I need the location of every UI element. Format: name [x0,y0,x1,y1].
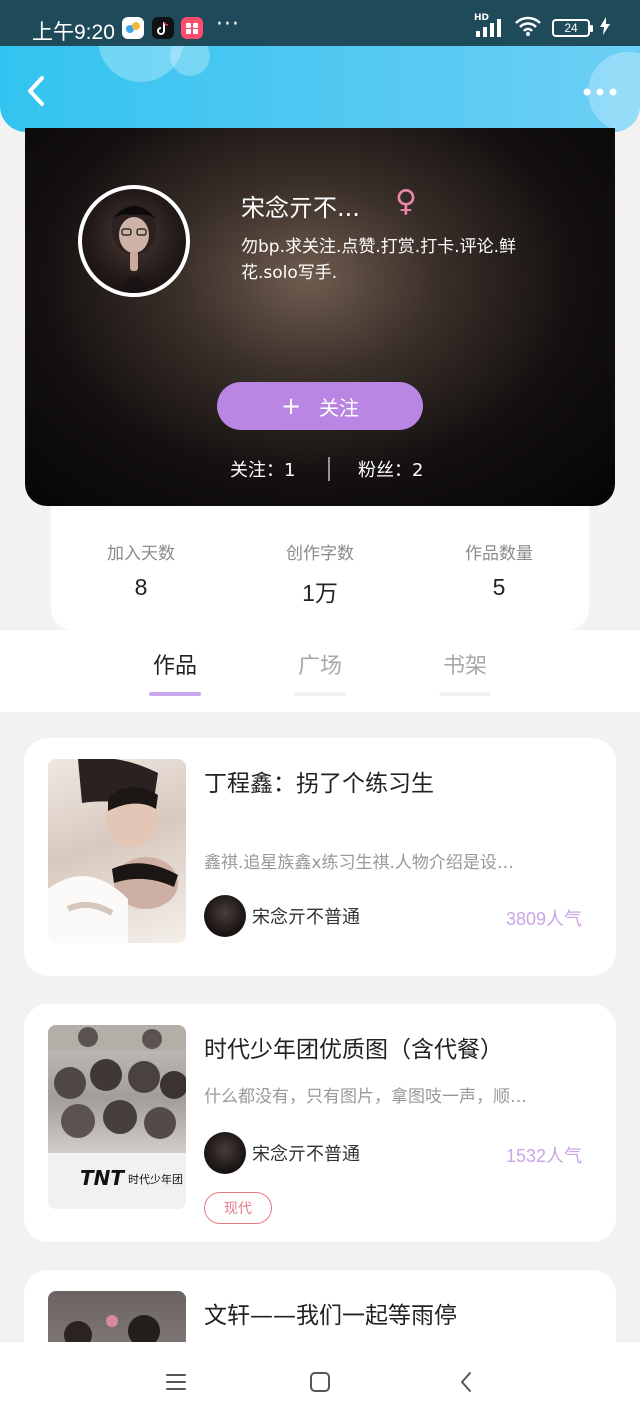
author-name: 宋念亓不普通 [252,907,360,928]
chevron-left-icon [461,1372,471,1392]
follow-stats: 关注：1 粉丝：2 [25,456,615,482]
system-navigation-bar [0,1342,640,1422]
tab-label: 书架 [442,654,487,679]
work-tag[interactable]: 现代 [204,1192,272,1224]
user-bio: 勿bp.求关注.点赞.打赏.打卡.评论.鲜花.solo写手. [241,237,517,283]
header-decoration-bubble [170,46,210,76]
work-popularity: 1532人气 [505,1146,582,1166]
work-card[interactable]: 丁程鑫：拐了个练习生 鑫祺.追星族鑫x练习生祺.人物介绍是设… 宋念亓不普通 3… [24,738,616,976]
stat-label: 作品数量 [465,544,533,564]
work-card[interactable]: TNT 时代少年团 时代少年团优质图（含代餐） 什么都没有，只有图片，拿图吱一声… [24,1004,616,1242]
stat-value: 5 [492,574,506,600]
stat-value: 8 [134,574,148,600]
app-notification-icon-2 [181,17,203,39]
stat-value: 1万 [302,580,338,606]
back-button[interactable] [22,74,52,108]
tab-works[interactable]: 作品 [120,648,230,696]
author-avatar [204,1132,246,1174]
wifi-icon [514,15,542,41]
stat-works-count: 作品数量 5 [409,539,589,601]
author-avatar [204,895,246,937]
more-options-button[interactable] [582,84,618,98]
creator-stats-panel: 加入天数 8 创作字数 1万 作品数量 5 [51,506,589,630]
female-gender-icon: ♀ [395,184,417,219]
tab-indicator [149,692,201,696]
work-cover-image: TNT 时代少年团 [48,1025,186,1209]
work-title: 丁程鑫：拐了个练习生 [204,771,434,797]
chevron-left-icon [28,76,44,106]
top-app-bar [0,46,640,132]
tab-bookshelf[interactable]: 书架 [410,648,520,696]
system-back-button[interactable] [455,1370,479,1394]
signal-icon: HD [474,13,504,39]
stat-word-count: 创作字数 1万 [230,539,410,608]
fans-count[interactable]: 粉丝：2 [358,456,423,482]
follow-button[interactable]: + 关注 [217,382,423,430]
status-time: 上午9:20 [32,21,115,44]
profile-tabs: 作品 广场 书架 [0,630,640,712]
user-avatar[interactable] [78,185,190,297]
work-cover-image [48,759,186,943]
tab-label: 作品 [152,654,197,679]
recent-apps-button[interactable] [164,1370,188,1394]
work-description: 什么都没有，只有图片，拿图吱一声，顺… [204,1087,527,1107]
follow-button-label: 关注 [319,395,360,420]
network-type-label: HD [474,13,490,23]
menu-icon [166,1374,186,1390]
more-notifications-indicator: ··· [216,12,240,37]
profile-card: 宋念亓不... ♀ 勿bp.求关注.点赞.打赏.打卡.评论.鲜花.solo写手.… [25,128,615,506]
tab-label: 广场 [297,654,342,679]
tab-indicator [439,692,491,696]
app-notification-icon-1 [122,17,144,39]
svg-text:时代少年团: 时代少年团 [128,1172,183,1186]
work-popularity: 3809人气 [505,909,582,929]
work-author[interactable]: 宋念亓不普通 [204,894,360,938]
divider [328,457,330,481]
battery-icon: 24 [552,19,593,37]
tab-square[interactable]: 广场 [265,648,375,696]
plus-icon: + [280,392,302,420]
following-count[interactable]: 关注：1 [230,456,295,482]
stat-join-days: 加入天数 8 [51,539,231,601]
work-author[interactable]: 宋念亓不普通 [204,1131,360,1175]
work-title: 文轩——我们一起等雨停 [204,1303,457,1329]
stat-label: 创作字数 [286,544,354,564]
home-button[interactable] [308,1370,332,1394]
stat-label: 加入天数 [107,544,175,564]
user-nickname: 宋念亓不... [241,194,360,222]
more-horizontal-icon [583,88,617,96]
square-icon [310,1372,330,1392]
tab-indicator [294,692,346,696]
charging-icon [600,17,610,39]
tiktok-icon [152,17,174,39]
author-name: 宋念亓不普通 [252,1144,360,1165]
svg-text:TNT: TNT [80,1166,125,1190]
work-title: 时代少年团优质图（含代餐） [204,1037,503,1063]
work-description: 鑫祺.追星族鑫x练习生祺.人物介绍是设… [204,853,514,873]
